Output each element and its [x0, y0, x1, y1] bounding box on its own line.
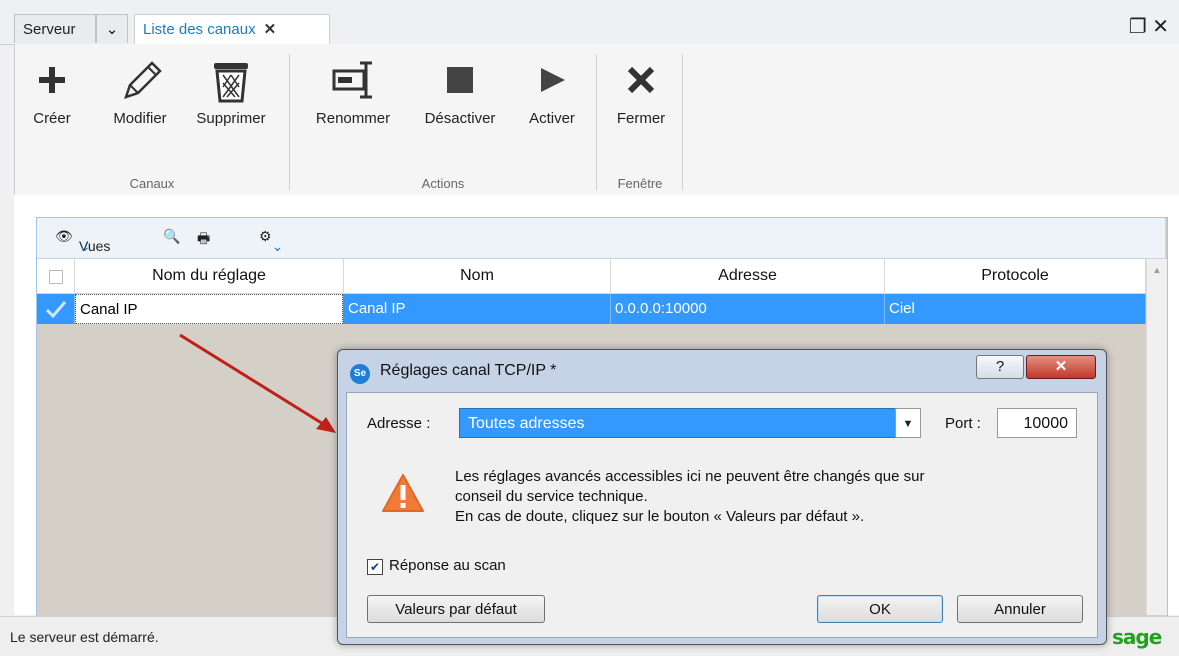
fermer-label: Fermer: [616, 110, 666, 127]
column-header-protocole[interactable]: Protocole: [885, 259, 1146, 293]
dropdown-arrow-icon[interactable]: ▼: [895, 408, 921, 438]
ribbon-separator: [682, 54, 683, 190]
stop-icon: [412, 56, 508, 104]
tab-serveur[interactable]: Serveur: [14, 14, 96, 43]
adresse-value: Toutes adresses: [468, 415, 585, 432]
activer-label: Activer: [529, 110, 575, 127]
tcp-ip-settings-dialog: Se Réglages canal TCP/IP * ? ✕ Adresse :…: [337, 349, 1107, 645]
preview-icon[interactable]: 🔍: [163, 228, 180, 245]
warning-line: conseil du service technique.: [455, 488, 648, 505]
close-tab-icon[interactable]: ✕: [264, 21, 277, 38]
annuler-button[interactable]: Annuler: [957, 595, 1083, 623]
settings-icon[interactable]: ⚙ ⌄: [259, 228, 283, 254]
row-check-icon: [37, 294, 75, 324]
red-arrow-icon: [179, 333, 336, 433]
dialog-title: Réglages canal TCP/IP *: [380, 362, 557, 379]
desactiver-button[interactable]: Désactiver: [412, 56, 508, 127]
help-button[interactable]: ?: [976, 355, 1024, 379]
adresse-select[interactable]: Toutes adresses: [459, 408, 921, 438]
window-buttons: ❐ ✕: [1129, 14, 1169, 39]
restore-icon[interactable]: ❐: [1129, 16, 1147, 38]
cell-nom-reglage[interactable]: Canal IP: [75, 294, 343, 324]
supprimer-button[interactable]: Supprimer: [184, 56, 278, 127]
creer-label: Créer: [33, 110, 71, 127]
table-row[interactable]: Canal IP Canal IP 0.0.0.0:10000 Ciel: [37, 294, 1146, 324]
chevron-down-icon: ⌄: [105, 21, 119, 38]
group-label-fenetre: Fenêtre: [617, 176, 663, 191]
warning-text: Les réglages avancés accessibles ici ne …: [455, 467, 1085, 527]
play-icon: [518, 56, 586, 104]
fermer-button[interactable]: Fermer: [606, 56, 676, 127]
port-label: Port :: [945, 415, 981, 432]
column-header-adresse[interactable]: Adresse: [611, 259, 885, 293]
tab-serveur-label: Serveur: [23, 21, 76, 38]
trash-icon: [184, 56, 278, 104]
group-label-canaux: Canaux: [129, 176, 175, 191]
ok-button[interactable]: OK: [817, 595, 943, 623]
renommer-button[interactable]: Renommer: [300, 56, 406, 127]
cell-nom[interactable]: Canal IP: [344, 294, 611, 324]
tab-liste-des-canaux[interactable]: Liste des canaux ✕: [134, 14, 330, 44]
close-window-icon[interactable]: ✕: [1152, 16, 1169, 38]
column-header-nom-reglage[interactable]: Nom du réglage: [75, 259, 344, 293]
modifier-label: Modifier: [113, 110, 167, 127]
ribbon-separator: [596, 54, 597, 190]
tab-liste-label: Liste des canaux: [143, 21, 256, 38]
warning-line: En cas de doute, cliquez sur le bouton «…: [455, 508, 865, 525]
warning-line: Les réglages avancés accessibles ici ne …: [455, 468, 925, 485]
reponse-scan-checkbox[interactable]: ✔: [367, 559, 383, 575]
tab-serveur-dropdown[interactable]: ⌄: [96, 14, 128, 43]
dialog-close-button[interactable]: ✕: [1026, 355, 1096, 379]
plus-icon: [22, 56, 82, 104]
reponse-scan-label[interactable]: Réponse au scan: [389, 557, 506, 574]
rename-icon: [300, 56, 406, 104]
vertical-scrollbar[interactable]: ▲: [1146, 259, 1167, 615]
supprimer-label: Supprimer: [196, 110, 266, 127]
port-input[interactable]: 10000: [997, 408, 1077, 438]
renommer-label: Renommer: [315, 110, 391, 127]
grid-toolbar: 👁 Vues ⌄ 🔍 🖶 ⚙ ⌄: [37, 218, 1165, 259]
column-header-nom[interactable]: Nom: [344, 259, 611, 293]
cell-protocole[interactable]: Ciel: [885, 294, 1146, 324]
select-all-checkbox[interactable]: [37, 259, 75, 293]
eye-icon: 👁: [55, 228, 73, 244]
dialog-body: Adresse : Toutes adresses ▼ Port : 10000…: [346, 392, 1098, 638]
grid-header: Nom du réglage Nom Adresse Protocole: [37, 259, 1146, 294]
creer-button[interactable]: Créer: [22, 56, 82, 127]
cell-adresse[interactable]: 0.0.0.0:10000: [611, 294, 885, 324]
pencil-icon: [102, 56, 178, 104]
print-icon[interactable]: 🖶: [197, 228, 210, 252]
status-text: Le serveur est démarré.: [10, 629, 159, 645]
modifier-button[interactable]: Modifier: [102, 56, 178, 127]
sage-logo: sage: [1112, 625, 1162, 649]
valeurs-par-defaut-button[interactable]: Valeurs par défaut: [367, 595, 545, 623]
close-icon: [606, 56, 676, 104]
desactiver-label: Désactiver: [424, 110, 496, 127]
app-logo-icon: Se: [350, 364, 370, 384]
warning-icon: [382, 474, 424, 512]
activer-button[interactable]: Activer: [518, 56, 586, 127]
adresse-label: Adresse :: [367, 415, 431, 432]
group-label-actions: Actions: [421, 176, 465, 191]
chevron-down-icon: ⌄: [79, 238, 91, 254]
ribbon-separator: [289, 54, 290, 190]
